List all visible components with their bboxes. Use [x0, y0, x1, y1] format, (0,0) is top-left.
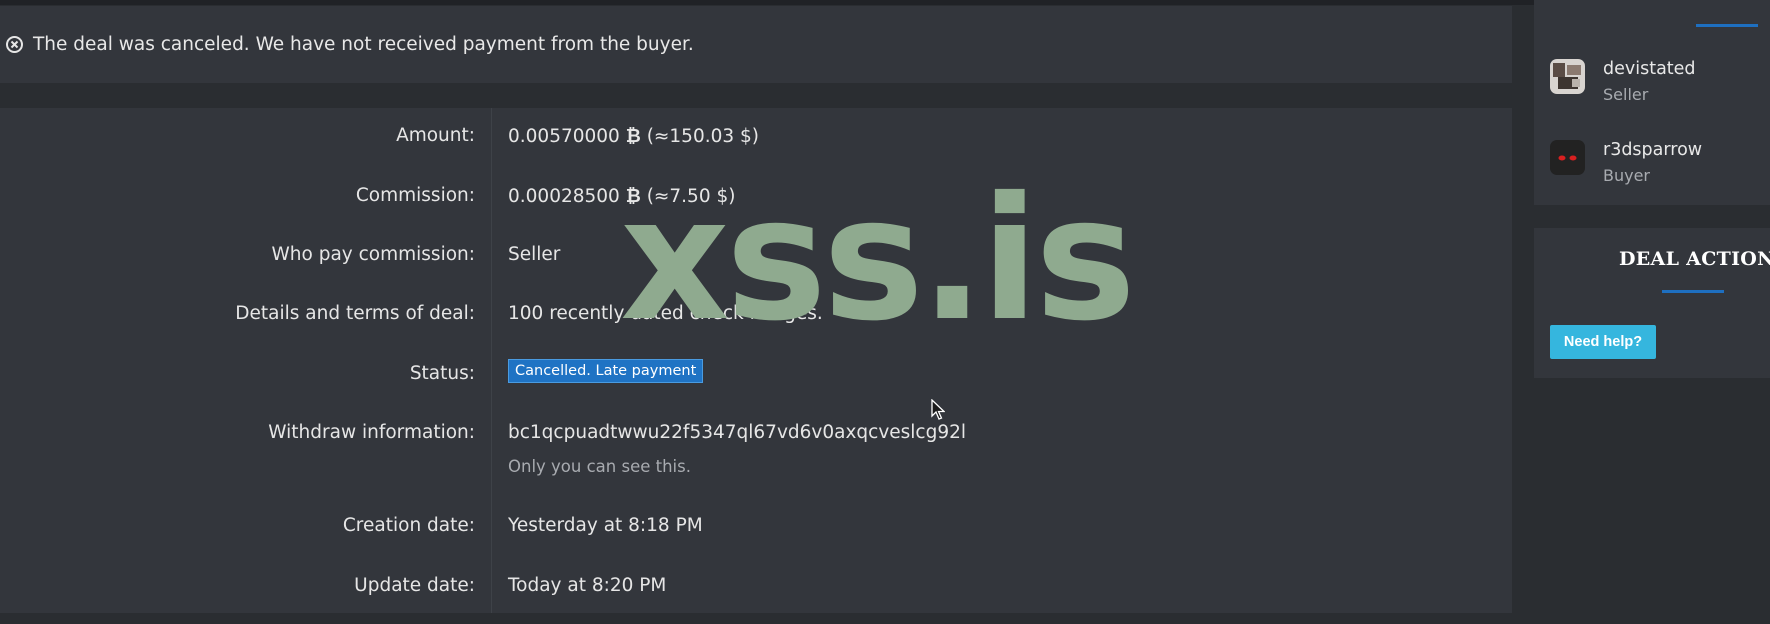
bitcoin-icon: ₿: [625, 126, 641, 147]
circle-x-icon: [5, 35, 24, 54]
participant-buyer[interactable]: r3dsparrow Buyer: [1550, 140, 1702, 185]
column-divider: [491, 108, 492, 613]
commission-value: 0.00028500 ₿ (≈7.50 $): [508, 185, 735, 207]
avatar[interactable]: [1550, 59, 1585, 94]
participant-name[interactable]: r3dsparrow: [1603, 140, 1702, 161]
amount-btc-value: 0.00570000: [508, 126, 620, 147]
creation-date-label: Creation date:: [342, 515, 475, 536]
commission-label: Commission:: [355, 185, 475, 206]
participant-seller[interactable]: devistated Seller: [1550, 59, 1696, 104]
terms-label: Details and terms of deal:: [235, 303, 475, 324]
participant-role: Seller: [1603, 85, 1649, 104]
bitcoin-icon: ₿: [625, 186, 641, 207]
update-date-value: Today at 8:20 PM: [508, 575, 667, 596]
amount-label: Amount:: [396, 125, 475, 146]
deal-actions-card: DEAL ACTIONS Need help?: [1534, 228, 1770, 378]
accent-underline: [1662, 290, 1724, 293]
who-pays-label: Who pay commission:: [271, 244, 476, 265]
avatar[interactable]: [1550, 140, 1585, 175]
deal-details-panel: Amount: 0.00570000 ₿ (≈150.03 $) Commiss…: [0, 108, 1512, 613]
participant-role: Buyer: [1603, 166, 1651, 185]
status-badge: Cancelled. Late payment: [508, 359, 704, 383]
commission-btc-value: 0.00028500: [508, 186, 620, 207]
creation-date-value: Yesterday at 8:18 PM: [508, 515, 703, 536]
terms-value: 100 recently dated check images.: [508, 303, 823, 324]
accent-underline: [1696, 24, 1758, 27]
mouse-cursor-icon: [931, 398, 946, 425]
withdraw-address: bc1qcpuadtwwu22f5347ql67vd6v0axqcveslcg9…: [508, 422, 967, 443]
participants-card: devistated Seller r3dsparrow Buyer: [1534, 0, 1770, 205]
deal-canceled-notice: The deal was canceled. We have not recei…: [0, 6, 1512, 83]
update-date-label: Update date:: [354, 575, 475, 596]
withdraw-label: Withdraw information:: [268, 422, 475, 443]
amount-usd-value: (≈150.03 $): [646, 126, 760, 147]
need-help-button[interactable]: Need help?: [1550, 325, 1656, 359]
status-label: Status:: [409, 363, 475, 384]
commission-usd-value: (≈7.50 $): [646, 186, 736, 207]
deal-actions-title: DEAL ACTIONS: [1619, 248, 1770, 270]
withdraw-note: Only you can see this.: [508, 457, 691, 476]
amount-value: 0.00570000 ₿ (≈150.03 $): [508, 125, 759, 147]
participant-name[interactable]: devistated: [1603, 59, 1696, 80]
who-pays-value: Seller: [508, 244, 561, 265]
notice-text: The deal was canceled. We have not recei…: [33, 34, 694, 55]
top-bar: [0, 0, 1770, 5]
